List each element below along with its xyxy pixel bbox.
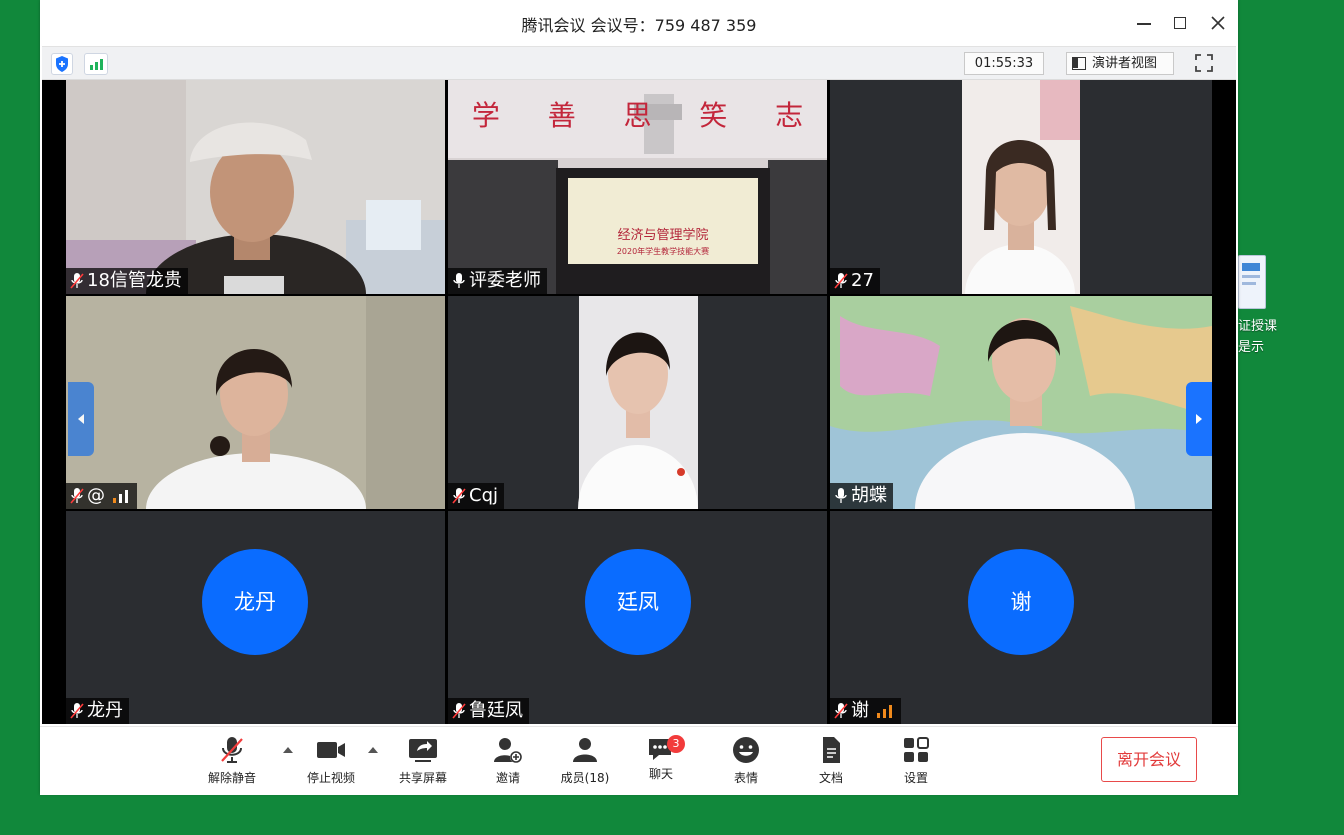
fullscreen-icon [1195,54,1213,72]
emoji-icon [733,737,759,763]
video-tile[interactable]: 18信管龙贵 [66,80,445,294]
window-title: 腾讯会议 会议号：759 487 359 [521,16,757,35]
network-signal-icon[interactable] [84,53,108,75]
participant-name-label: 龙丹 [66,698,129,724]
video-tile[interactable]: 27 [830,80,1212,294]
audio-options-caret[interactable] [283,747,293,753]
participant-name-label: @ [66,483,137,509]
mic-muted-icon [452,703,466,719]
emoji-button[interactable]: 表情 [710,735,782,789]
mic-muted-icon [452,488,466,504]
close-icon [1211,16,1225,30]
unmute-button[interactable]: 解除静音 [196,735,268,789]
participant-name-label: Cqj [448,483,504,509]
meeting-window: 腾讯会议 会议号：759 487 359 01:55:33 演讲者视图 18信管… [40,0,1238,795]
share-screen-button[interactable]: 共享屏幕 [387,735,459,789]
speaker-view-icon [1072,57,1086,70]
minimize-button[interactable] [1132,11,1156,35]
chevron-right-icon [1196,414,1202,424]
members-button[interactable]: 成员(18) [549,735,621,789]
participant-avatar: 廷凤 [585,549,691,655]
participant-avatar: 谢 [968,549,1074,655]
wall-banner: 学善思笑志 [471,99,804,132]
maximize-button[interactable] [1168,11,1192,35]
video-options-caret[interactable] [368,747,378,753]
signal-strength-icon [113,488,131,504]
mic-muted-icon [70,703,84,719]
fullscreen-button[interactable] [1192,51,1216,75]
participant-avatar: 龙丹 [202,549,308,655]
settings-button[interactable]: 设置 [880,735,952,789]
participant-video [448,296,827,509]
participant-name-label: 鲁廷凤 [448,698,529,724]
security-shield-icon[interactable] [51,53,73,75]
title-bar: 腾讯会议 会议号：759 487 359 [40,0,1238,46]
invite-button[interactable]: 邀请 [472,735,544,789]
next-page-button[interactable] [1186,382,1212,456]
meeting-timer: 01:55:33 [964,52,1044,75]
mic-muted-icon [221,737,243,763]
signal-strength-icon [877,703,895,719]
video-grid: 18信管龙贵 学善思笑志 经济与管理学院 2020年学生教学技能大赛 评委老师 … [42,80,1236,724]
mic-icon [835,488,847,503]
add-user-icon [494,738,522,763]
settings-grid-icon [904,737,929,762]
participant-video [66,80,445,294]
documents-button[interactable]: 文档 [795,735,867,789]
video-tile[interactable]: 廷凤 鲁廷凤 [448,511,827,724]
video-tile[interactable]: 谢 谢 [830,511,1212,724]
chat-unread-badge: 3 [667,735,685,753]
mic-muted-icon [70,273,84,289]
chevron-left-icon [78,414,84,424]
participant-name-label: 18信管龙贵 [66,268,188,294]
participant-name-label: 谢 [830,698,901,724]
document-icon [823,737,840,763]
speaker-view-button[interactable]: 演讲者视图 [1066,52,1174,75]
leave-meeting-button[interactable]: 离开会议 [1101,737,1197,782]
close-button[interactable] [1206,11,1230,35]
participant-name-label: 27 [830,268,880,294]
video-camera-icon [317,742,345,758]
video-tile[interactable]: 龙丹 龙丹 [66,511,445,724]
share-screen-icon [409,739,437,762]
participant-name-label: 胡蝶 [830,483,893,509]
video-tile[interactable]: @ [66,296,445,509]
mic-icon [453,273,465,288]
desktop-file-label: 证授课 是示 [1238,319,1278,355]
mic-muted-icon [834,703,848,719]
participant-name-label: 评委老师 [448,268,547,294]
participant-video [66,296,445,509]
meeting-controls-bar: 解除静音 停止视频 共享屏幕 邀请 成员(18) 聊天 3 表情 文档 设置 离… [40,726,1238,795]
participant-video [830,80,1212,294]
board-subtitle: 2020年学生教学技能大赛 [616,247,710,256]
meeting-toolbar: 01:55:33 演讲者视图 [42,46,1236,80]
mic-muted-icon [70,488,84,504]
chat-button[interactable]: 聊天 3 [625,735,697,789]
previous-page-button[interactable] [68,382,94,456]
board-title: 经济与管理学院 [617,228,709,243]
video-tile[interactable]: Cqj [448,296,827,509]
mic-muted-icon [834,273,848,289]
video-tile[interactable]: 学善思笑志 经济与管理学院 2020年学生教学技能大赛 评委老师 [448,80,827,294]
desktop-file-icon[interactable] [1236,255,1268,309]
members-icon [573,738,597,762]
video-tile[interactable]: 胡蝶 [830,296,1212,509]
stop-video-button[interactable]: 停止视频 [295,735,367,789]
participant-video [830,296,1212,509]
